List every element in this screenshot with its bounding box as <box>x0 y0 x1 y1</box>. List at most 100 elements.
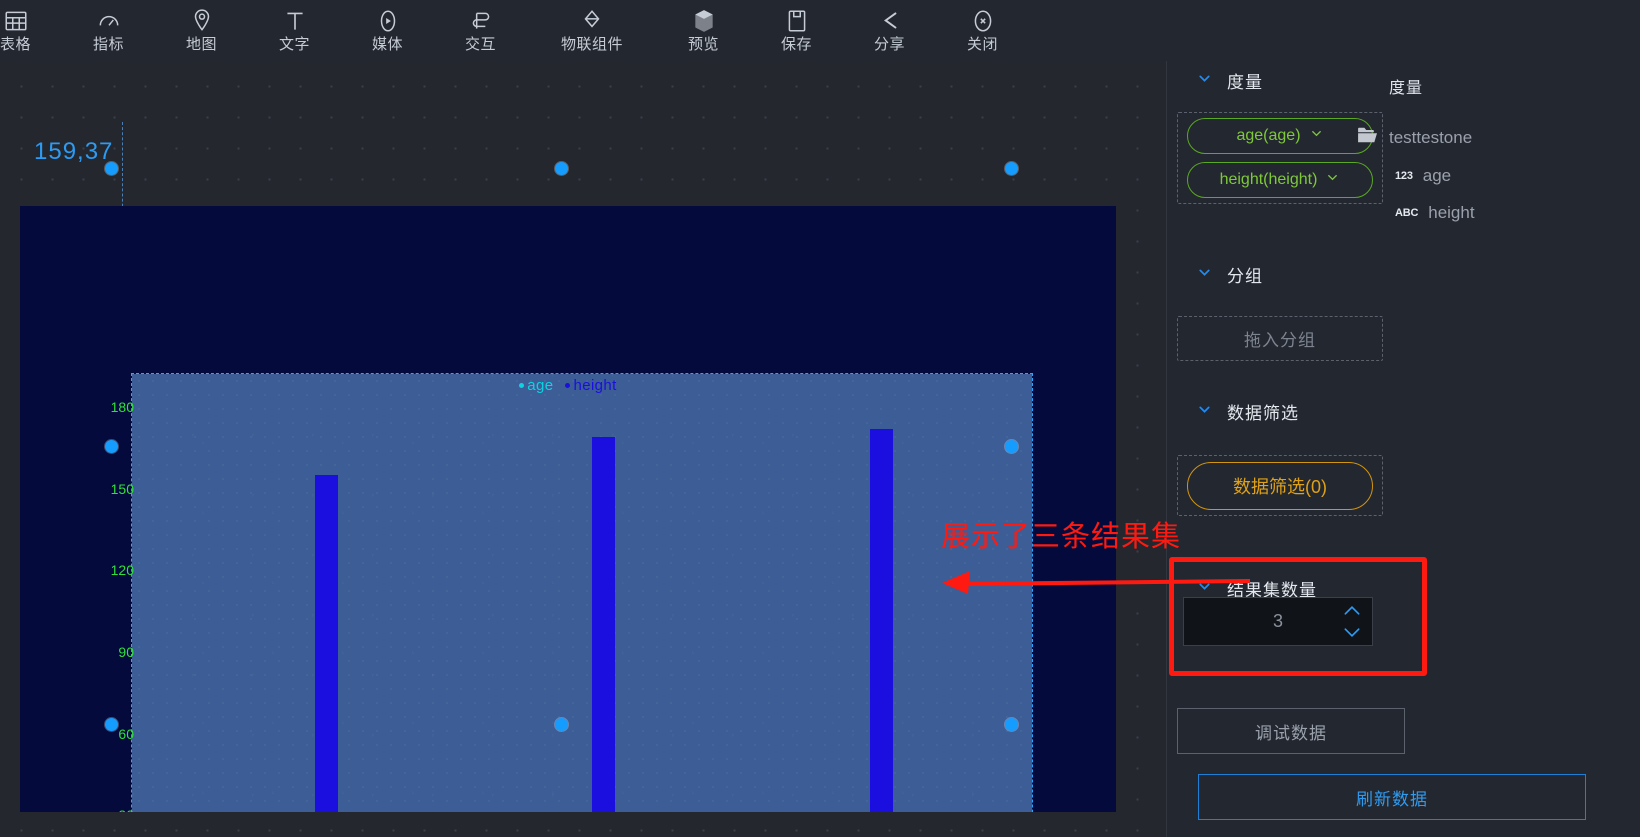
media-icon <box>375 8 401 34</box>
measure-pill-age[interactable]: age(age) <box>1187 118 1373 154</box>
map-pin-icon <box>189 8 215 34</box>
toolbar-item-map[interactable]: 地图 <box>155 0 248 61</box>
field-list: 度量 testtestone 123 age ABC height <box>1357 74 1627 223</box>
resultset-count-value: 3 <box>1272 611 1283 631</box>
top-toolbar: 表格 指标 地图 文字 媒体 交互 物联组件 预览 保存 分享 关闭 <box>0 0 1640 61</box>
measure-pill-label: age(age) <box>1236 127 1301 144</box>
legend-dot-icon <box>519 382 525 388</box>
field-list-folder[interactable]: testtestone <box>1357 126 1627 149</box>
toolbar-item-table[interactable]: 表格 <box>0 0 62 61</box>
legend-label: age <box>527 377 554 394</box>
y-tick: 120 <box>110 562 134 578</box>
section-header-group[interactable]: 分组 <box>1196 262 1263 287</box>
resize-handle-bottom-left[interactable] <box>105 718 118 731</box>
resize-handle-bottom-right[interactable] <box>1005 718 1018 731</box>
toolbar-item-text[interactable]: 文字 <box>248 0 341 61</box>
legend-item-age[interactable]: age <box>519 377 553 394</box>
toolbar-label: 文字 <box>278 36 310 53</box>
gauge-icon <box>96 8 122 34</box>
debug-data-button[interactable]: 调试数据 <box>1177 708 1405 754</box>
filter-button[interactable]: 数据筛选(0) <box>1187 461 1373 510</box>
section-header-measure[interactable]: 度量 <box>1196 68 1263 93</box>
debug-data-label: 调试数据 <box>1255 723 1327 743</box>
resize-handle-top-center[interactable] <box>555 162 568 175</box>
cursor-coordinate-label: 159,37 <box>34 138 114 165</box>
resize-handle-top-right[interactable] <box>1005 162 1018 175</box>
toolbar-label: 预览 <box>687 36 719 53</box>
resultset-count-stepper[interactable]: 3 <box>1183 597 1373 646</box>
toolbar-label: 指标 <box>92 36 124 53</box>
y-tick: 90 <box>118 644 134 660</box>
chevron-down-icon <box>1196 401 1213 423</box>
toolbar-label: 物联组件 <box>560 36 623 53</box>
chevron-down-icon[interactable] <box>1325 170 1340 190</box>
bar-height[interactable] <box>870 429 893 812</box>
toolbar-label: 表格 <box>0 36 31 53</box>
resize-handle-bottom-center[interactable] <box>555 718 568 731</box>
close-circle-icon <box>970 8 996 34</box>
table-icon <box>3 8 29 34</box>
toolbar-label: 媒体 <box>371 36 403 53</box>
chevron-down-icon <box>1196 264 1213 286</box>
filter-dropzone[interactable]: 数据筛选(0) <box>1177 455 1383 516</box>
stepper-up-icon[interactable] <box>1342 604 1362 622</box>
chart-widget[interactable]: 180 150 120 90 60 30 0 兰兰 小明 小红 age heigh… <box>20 206 1116 812</box>
toolbar-item-share[interactable]: 分享 <box>843 0 936 61</box>
y-tick: 30 <box>94 807 134 812</box>
section-title: 度量 <box>1227 73 1263 92</box>
resize-handle-mid-right[interactable] <box>1005 440 1018 453</box>
iot-component-icon <box>579 8 605 34</box>
measure-pill-height[interactable]: height(height) <box>1187 162 1373 198</box>
y-tick: 180 <box>110 399 134 415</box>
annotation-note-text: 展示了三条结果集 <box>941 521 1182 553</box>
toolbar-item-interaction[interactable]: 交互 <box>434 0 527 61</box>
field-name: height <box>1428 203 1475 222</box>
resize-handle-mid-left[interactable] <box>105 440 118 453</box>
field-list-title: 度量 <box>1389 80 1424 97</box>
measure-pill-label: height(height) <box>1219 171 1318 188</box>
chart-plot-area[interactable]: 180 150 120 90 60 30 0 兰兰 小明 小红 <box>111 373 1033 812</box>
legend-item-height[interactable]: height <box>565 377 616 394</box>
chevron-down-icon[interactable] <box>1309 126 1324 146</box>
section-title: 数据筛选 <box>1227 404 1299 423</box>
measure-dropzone[interactable]: age(age) height(height) <box>1177 112 1383 204</box>
chart-legend: age height <box>20 377 1116 394</box>
toolbar-item-close[interactable]: 关闭 <box>936 0 1029 61</box>
panel-divider <box>1166 61 1167 837</box>
group-dropzone[interactable]: 拖入分组 <box>1177 316 1383 361</box>
y-tick: 150 <box>110 481 134 497</box>
section-header-filter[interactable]: 数据筛选 <box>1196 399 1299 424</box>
group-placeholder: 拖入分组 <box>1244 331 1316 350</box>
legend-label: height <box>573 377 617 394</box>
toolbar-label: 地图 <box>185 36 217 53</box>
field-list-item-height[interactable]: ABC height <box>1395 203 1627 223</box>
field-type-badge: ABC <box>1395 207 1419 219</box>
toolbar-item-metric[interactable]: 指标 <box>62 0 155 61</box>
stepper-down-icon[interactable] <box>1342 626 1362 644</box>
share-icon <box>877 8 903 34</box>
folder-icon <box>1357 126 1379 149</box>
stepper-buttons <box>1342 604 1362 644</box>
save-icon <box>784 8 810 34</box>
design-canvas[interactable]: 180 150 120 90 60 30 0 兰兰 小明 小红 age heigh… <box>0 61 1166 837</box>
field-type-badge: 123 <box>1395 170 1413 182</box>
toolbar-label: 分享 <box>873 36 905 53</box>
folder-name: testtestone <box>1389 127 1473 147</box>
chart-background-art <box>132 374 1032 812</box>
preview-cube-icon <box>691 8 717 34</box>
section-title: 分组 <box>1227 267 1263 286</box>
toolbar-item-preview[interactable]: 预览 <box>657 0 750 61</box>
toolbar-label: 交互 <box>464 36 496 53</box>
field-list-item-age[interactable]: 123 age <box>1395 166 1627 186</box>
toolbar-item-iot-component[interactable]: 物联组件 <box>527 0 657 61</box>
bar-height[interactable] <box>315 475 338 812</box>
toolbar-label: 保存 <box>780 36 812 53</box>
legend-dot-icon <box>565 382 571 388</box>
text-icon <box>282 8 308 34</box>
refresh-data-label: 刷新数据 <box>1356 789 1428 809</box>
refresh-data-button[interactable]: 刷新数据 <box>1198 774 1586 820</box>
toolbar-item-media[interactable]: 媒体 <box>341 0 434 61</box>
toolbar-item-save[interactable]: 保存 <box>750 0 843 61</box>
chevron-down-icon <box>1196 70 1213 92</box>
bar-height[interactable] <box>592 437 615 812</box>
